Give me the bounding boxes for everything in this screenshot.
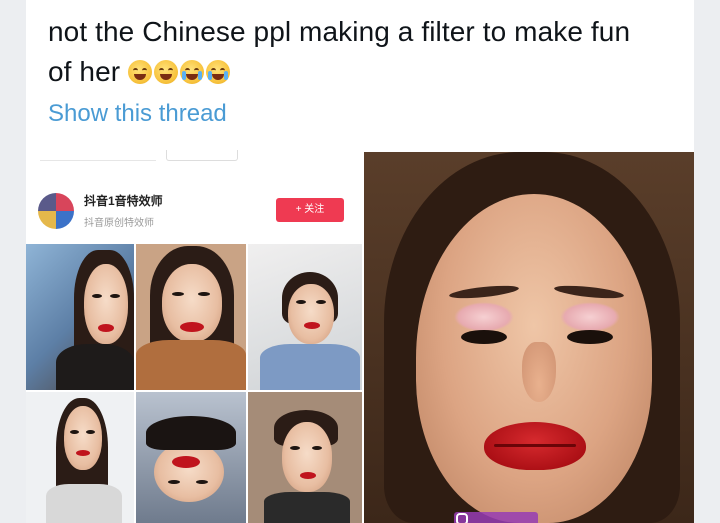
follow-button: + 关注 xyxy=(276,198,344,222)
eyeshadow xyxy=(454,302,514,332)
instagram-icon xyxy=(456,513,468,523)
avatar xyxy=(38,193,74,229)
grid-photo xyxy=(248,392,362,523)
grid-photo xyxy=(136,244,246,390)
grid-photo xyxy=(26,392,134,523)
grid-photo xyxy=(26,244,134,390)
grid-photo xyxy=(248,244,362,390)
profile-subtitle: 抖音原创特效师 xyxy=(84,218,154,229)
nose xyxy=(522,342,556,402)
profile-name: 抖音1音特效师 xyxy=(84,194,163,208)
eyeshadow xyxy=(560,302,620,332)
eye xyxy=(567,330,613,344)
attached-image-closeup[interactable] xyxy=(364,152,694,523)
laughing-emoji-icon xyxy=(128,60,153,84)
lips xyxy=(484,422,586,470)
tweet-text: not the Chinese ppl making a filter to m… xyxy=(48,12,648,92)
grid-photo xyxy=(136,392,246,523)
app-top-button xyxy=(166,150,238,161)
app-top-divider xyxy=(40,150,156,161)
eye xyxy=(461,330,507,344)
attached-image-app-screenshot[interactable]: 抖音1音特效师 抖音原创特效师 + 关注 xyxy=(26,150,362,523)
laughing-emoji-icon xyxy=(154,60,179,84)
crying-emoji-icon xyxy=(180,60,205,84)
show-thread-link[interactable]: Show this thread xyxy=(48,100,227,128)
photo-grid xyxy=(26,244,362,523)
tweet-card: not the Chinese ppl making a filter to m… xyxy=(26,0,694,523)
crying-emoji-icon xyxy=(206,60,231,84)
